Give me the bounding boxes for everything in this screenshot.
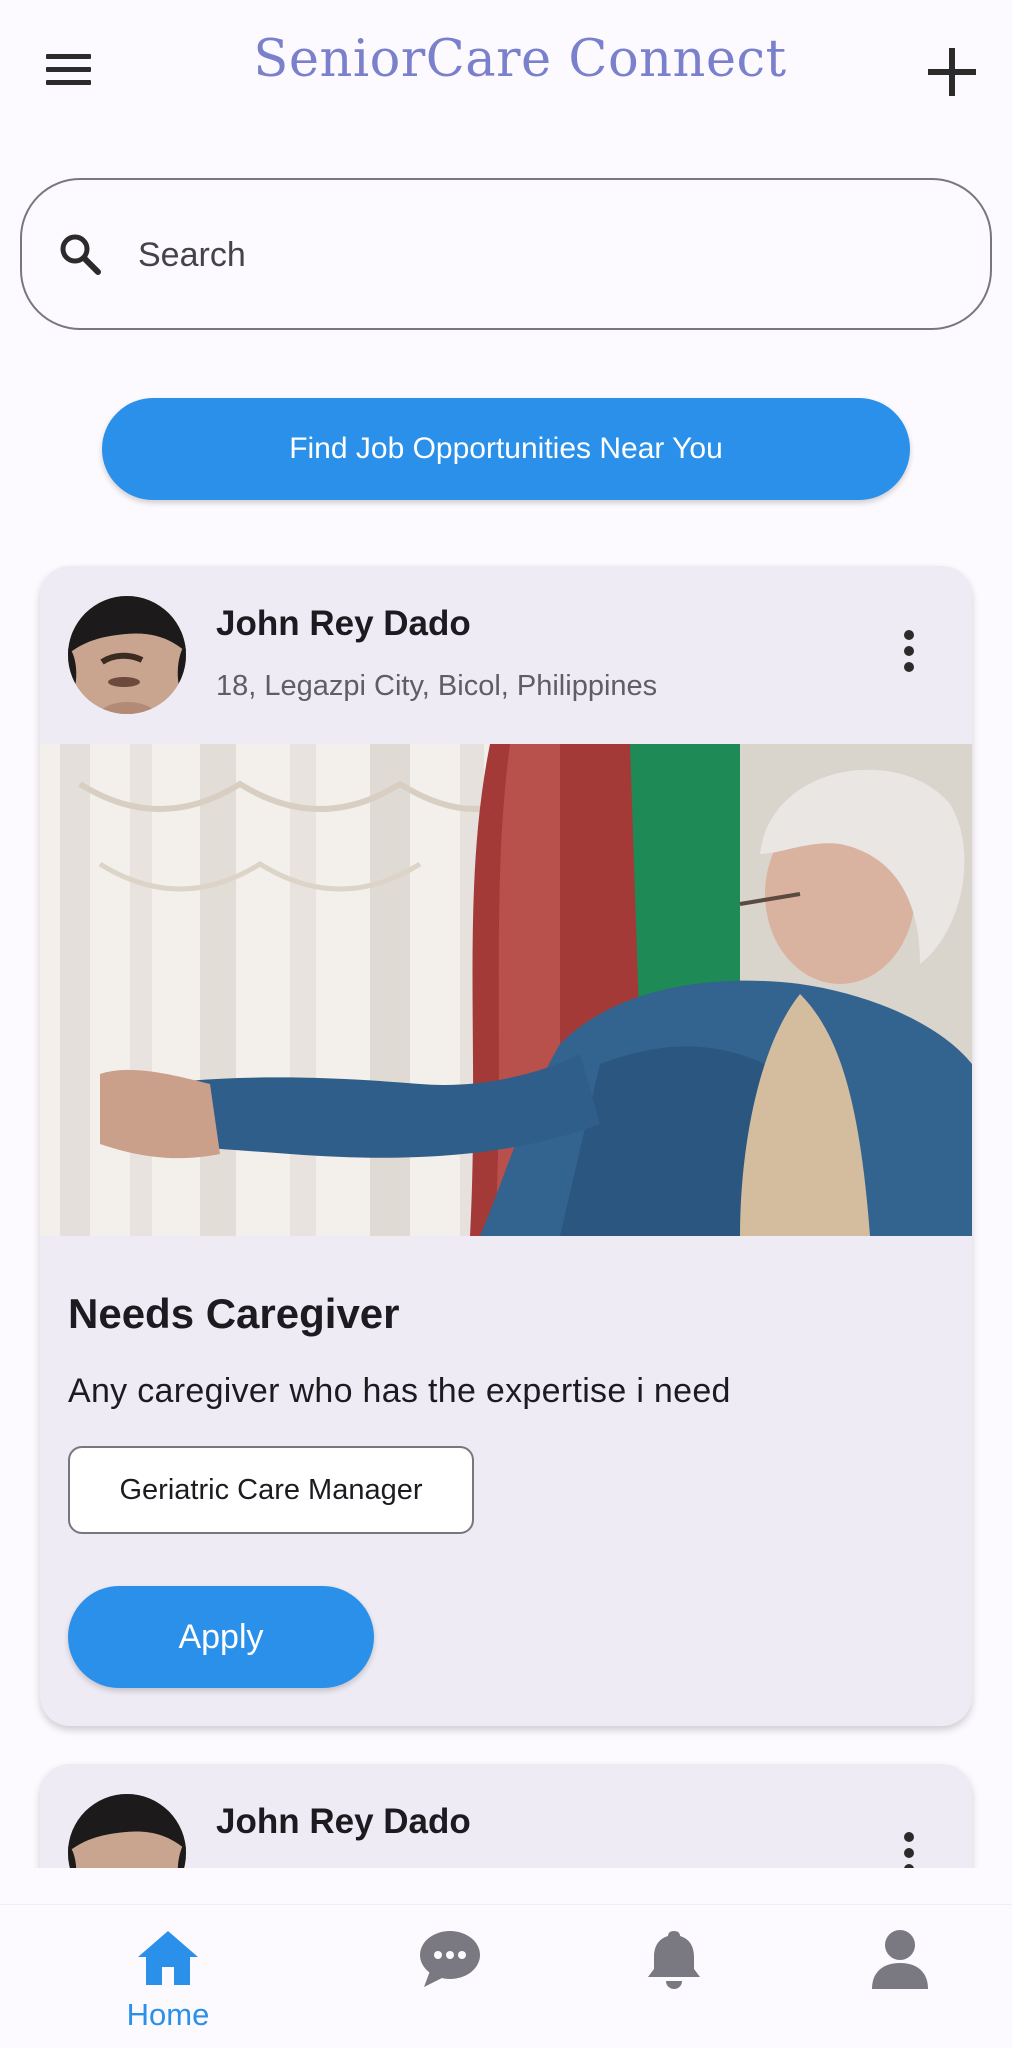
job-description: Any caregiver who has the expertise i ne… bbox=[68, 1372, 731, 1410]
poster-location: 18, Legazpi City, Bicol, Philippines bbox=[216, 670, 658, 702]
job-category-tag: Geriatric Care Manager bbox=[68, 1446, 474, 1534]
nav-notifications[interactable] bbox=[594, 1905, 754, 2048]
nav-messages[interactable] bbox=[370, 1905, 530, 2048]
job-feed: John Rey Dado 18, Legazpi City, Bicol, P… bbox=[0, 540, 1012, 1868]
poster-name: John Rey Dado bbox=[216, 1802, 471, 1841]
search-bar[interactable] bbox=[20, 178, 992, 330]
more-options-icon[interactable] bbox=[894, 1828, 924, 1868]
add-icon[interactable] bbox=[920, 42, 986, 102]
chat-icon bbox=[420, 1931, 480, 1987]
search-icon bbox=[60, 234, 101, 275]
avatar-photo bbox=[68, 1794, 186, 1868]
nav-home-label: Home bbox=[126, 1997, 210, 2032]
avatar-photo bbox=[68, 596, 186, 714]
post-photo bbox=[40, 744, 972, 1236]
nav-home[interactable]: Home bbox=[88, 1905, 248, 2048]
job-post-card: John Rey Dado bbox=[40, 1764, 972, 1868]
job-title: Needs Caregiver bbox=[68, 1290, 400, 1337]
apply-button[interactable]: Apply bbox=[68, 1586, 374, 1688]
menu-icon[interactable] bbox=[36, 46, 104, 94]
poster-name: John Rey Dado bbox=[216, 604, 471, 643]
search-input[interactable] bbox=[138, 224, 938, 286]
avatar[interactable] bbox=[68, 1794, 186, 1868]
find-jobs-button[interactable]: Find Job Opportunities Near You bbox=[102, 398, 910, 500]
app-bar: SeniorCare Connect bbox=[0, 0, 1012, 140]
more-options-icon[interactable] bbox=[894, 626, 924, 682]
bell-icon bbox=[648, 1931, 700, 1989]
job-post-card: John Rey Dado 18, Legazpi City, Bicol, P… bbox=[40, 566, 972, 1726]
nav-profile[interactable] bbox=[820, 1905, 980, 2048]
person-icon bbox=[872, 1930, 928, 1989]
app-title: SeniorCare Connect bbox=[253, 30, 787, 89]
avatar[interactable] bbox=[68, 596, 186, 714]
home-icon bbox=[138, 1931, 198, 1985]
app-screen: SeniorCare Connect Find Job Opportunitie… bbox=[0, 0, 1012, 2048]
bottom-navigation: Home bbox=[0, 1904, 1012, 2048]
